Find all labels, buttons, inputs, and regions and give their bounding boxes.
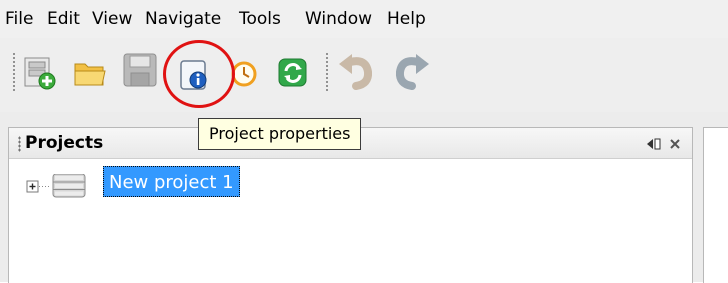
close-panel-icon[interactable]: [669, 138, 681, 150]
projects-panel: Projects: [8, 127, 693, 283]
open-folder-icon[interactable]: [73, 58, 107, 88]
right-panel: [703, 127, 728, 283]
menu-file[interactable]: File: [5, 9, 33, 29]
toolbar-grip[interactable]: [12, 52, 16, 92]
menu-help[interactable]: Help: [387, 9, 426, 29]
save-icon[interactable]: [122, 52, 160, 90]
menu-view[interactable]: View: [92, 9, 132, 29]
refresh-icon[interactable]: [276, 56, 310, 90]
redo-icon[interactable]: [390, 52, 432, 94]
menu-tools[interactable]: Tools: [239, 9, 281, 29]
project-icon: [52, 174, 86, 198]
menu-bar: File Edit View Navigate Tools Window Hel…: [0, 0, 728, 38]
new-project-icon[interactable]: [23, 56, 57, 90]
toolbar-separator: [325, 52, 329, 92]
expand-toggle-icon[interactable]: [26, 180, 39, 193]
tooltip: Project properties: [198, 118, 362, 150]
panel-drag-grip[interactable]: [18, 136, 21, 152]
menu-edit[interactable]: Edit: [47, 9, 80, 29]
panel-title: Projects: [25, 133, 104, 153]
menu-window[interactable]: Window: [305, 9, 372, 29]
undo-icon[interactable]: [336, 52, 378, 94]
tree-row-graphics: [26, 174, 86, 198]
highlight-circle: [163, 40, 235, 108]
tree-item-new-project-1[interactable]: New project 1: [103, 166, 240, 197]
toolbar: [0, 38, 728, 113]
minimize-panel-icon[interactable]: [646, 137, 662, 151]
menu-navigate[interactable]: Navigate: [145, 9, 221, 29]
